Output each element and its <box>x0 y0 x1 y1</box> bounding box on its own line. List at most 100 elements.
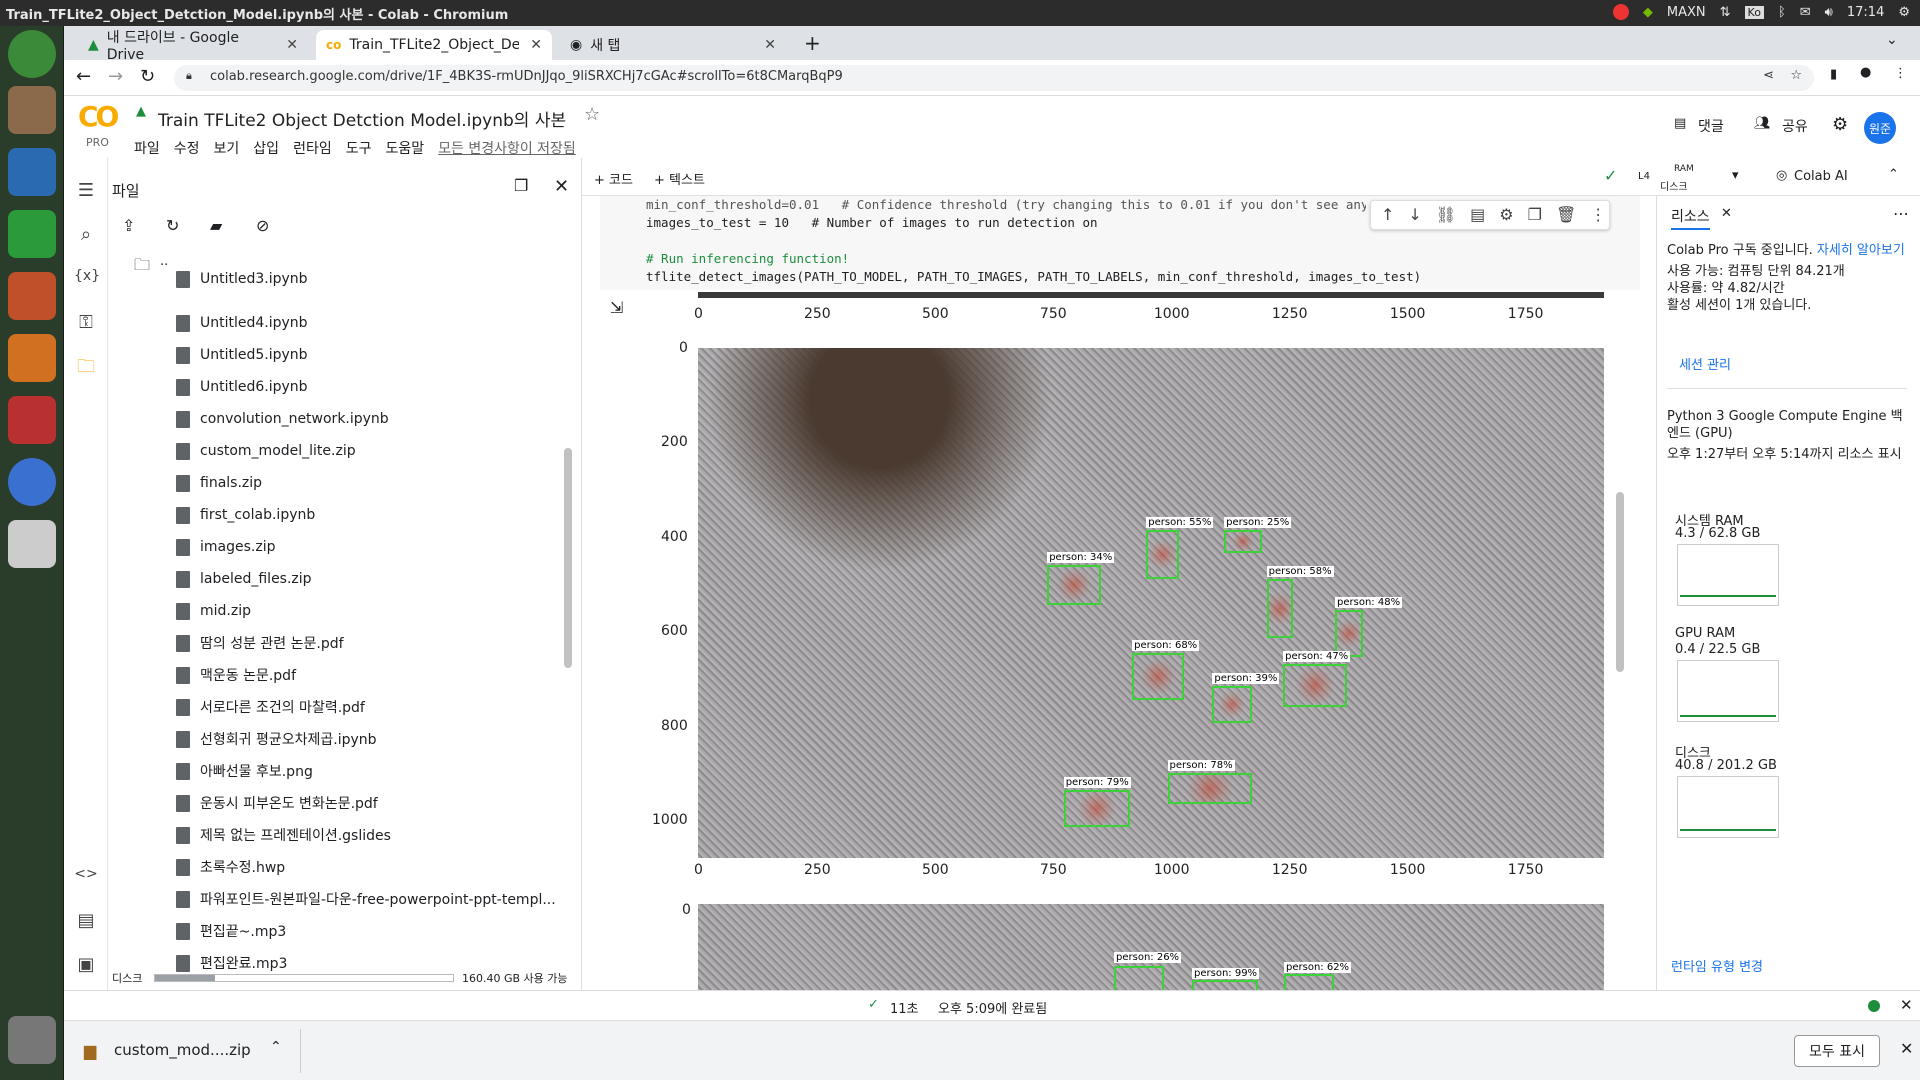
collapse-chevron-icon[interactable]: ⌃ <box>1888 167 1899 182</box>
share-icon[interactable]: ⋖ <box>1763 68 1774 83</box>
menu-runtime[interactable]: 런타임 <box>293 138 332 158</box>
close-icon[interactable]: ✕ <box>554 176 569 197</box>
software-store-icon[interactable] <box>8 334 56 382</box>
tab-search-chevron-icon[interactable]: ⌄ <box>1886 32 1898 48</box>
move-up-icon[interactable]: ↑ <box>1381 205 1394 225</box>
move-down-icon[interactable]: ↓ <box>1408 205 1421 225</box>
scanner-icon[interactable] <box>8 520 56 568</box>
forward-arrow-icon[interactable]: → <box>108 66 123 87</box>
table-of-contents-icon[interactable]: ☰ <box>74 180 98 204</box>
upload-icon[interactable]: ⇪ <box>122 216 135 235</box>
close-icon[interactable]: ✕ <box>286 37 298 53</box>
show-all-button[interactable]: 모두 표시 <box>1794 1035 1880 1067</box>
file-item[interactable]: Untitled6.ipynb <box>176 374 308 400</box>
close-icon[interactable]: ✕ <box>764 37 776 53</box>
system-settings-icon[interactable] <box>8 396 56 444</box>
file-item[interactable]: 제목 없는 프레젠테이션.gslides <box>176 822 391 848</box>
link-icon[interactable]: ⛓ <box>1436 205 1456 225</box>
refresh-icon[interactable]: ↻ <box>166 216 179 235</box>
trash-icon[interactable] <box>8 1016 56 1064</box>
file-item[interactable]: Untitled5.ipynb <box>176 342 308 368</box>
writer-app-icon[interactable] <box>8 148 56 196</box>
menu-file[interactable]: 파일 <box>134 138 160 158</box>
comment-icon[interactable]: ▤ <box>1470 205 1485 225</box>
files-app-icon[interactable] <box>8 86 56 134</box>
url-field[interactable]: 🔒︎ colab.research.google.com/drive/1F_4B… <box>174 65 1814 91</box>
manage-sessions-link[interactable]: 세션 관리 <box>1679 354 1731 373</box>
comments-button[interactable]: 댓글 <box>1698 116 1724 136</box>
side-panel-icon[interactable]: ▮ <box>1830 67 1837 82</box>
file-item[interactable]: images.zip <box>176 534 275 560</box>
ubuntu-launcher-icon[interactable] <box>8 30 56 78</box>
folder-icon[interactable]: 🗀︎ <box>74 354 98 378</box>
file-item[interactable]: 아빠선물 후보.png <box>176 758 313 784</box>
back-arrow-icon[interactable]: ← <box>76 66 91 87</box>
mirror-cell-icon[interactable]: ❐ <box>1528 205 1542 225</box>
tab-google-drive[interactable]: ▲ 내 드라이브 - Google Drive ✕ <box>78 30 308 63</box>
mail-icon[interactable]: ✉ <box>1800 5 1811 20</box>
saved-status[interactable]: 모든 변경사항이 저장됨 <box>438 138 576 158</box>
menu-tools[interactable]: 도구 <box>346 138 372 158</box>
more-icon[interactable]: ⋮ <box>1590 205 1606 225</box>
colab-logo[interactable]: CO <box>78 100 119 133</box>
settings-gear-icon[interactable]: ⚙ <box>1898 5 1910 20</box>
do-not-disturb-icon[interactable] <box>1612 4 1629 20</box>
terminal-icon[interactable]: ▣ <box>74 954 98 978</box>
file-item[interactable]: 맥운동 논문.pdf <box>176 662 296 688</box>
resource-dropdown-icon[interactable]: ▾ <box>1732 168 1739 183</box>
calc-app-icon[interactable] <box>8 210 56 258</box>
add-text-button[interactable]: + 텍스트 <box>654 169 705 188</box>
file-item[interactable]: first_colab.ipynb <box>176 502 315 528</box>
add-code-button[interactable]: + 코드 <box>594 169 633 188</box>
runtime-gpu-label[interactable]: L4 <box>1638 171 1650 182</box>
keyboard-layout[interactable]: Ko <box>1744 5 1764 19</box>
clock[interactable]: 17:14 <box>1847 5 1884 20</box>
colab-ai-button[interactable]: Colab AI <box>1794 169 1848 184</box>
delete-icon[interactable]: 🗑︎ <box>1556 205 1576 225</box>
close-icon[interactable]: ✕ <box>1900 996 1913 1014</box>
command-palette-icon[interactable]: ▤ <box>74 910 98 934</box>
file-item[interactable]: Untitled3.ipynb <box>176 270 308 288</box>
menu-insert[interactable]: 삽입 <box>253 138 279 158</box>
tab-resources[interactable]: 리소스 <box>1671 206 1710 230</box>
close-icon[interactable]: ✕ <box>1900 1039 1913 1058</box>
file-item[interactable]: Untitled4.ipynb <box>176 310 308 336</box>
nvidia-icon[interactable]: ◆ <box>1643 5 1653 20</box>
file-item[interactable]: labeled_files.zip <box>176 566 312 592</box>
power-mode-label[interactable]: MAXN <box>1667 5 1706 20</box>
key-icon[interactable]: ⚿ <box>74 312 98 336</box>
mount-drive-icon[interactable]: ▰ <box>210 216 222 235</box>
impress-app-icon[interactable] <box>8 272 56 320</box>
bluetooth-icon[interactable]: ᛒ <box>1778 5 1786 20</box>
variables-icon[interactable]: {x} <box>74 268 100 292</box>
parent-folder[interactable]: .. <box>160 254 168 269</box>
scrollbar[interactable] <box>564 448 572 668</box>
profile-icon[interactable]: ● <box>1860 65 1871 80</box>
bookmark-star-icon[interactable]: ☆ <box>1790 68 1802 83</box>
change-runtime-link[interactable]: 런타임 유형 변경 <box>1671 956 1763 975</box>
settings-gear-icon[interactable]: ⚙ <box>1499 205 1513 225</box>
file-item[interactable]: 땀의 성분 관련 논문.pdf <box>176 630 344 656</box>
output-scrollbar[interactable] <box>1616 492 1624 672</box>
file-item[interactable]: 초록수정.hwp <box>176 854 285 880</box>
file-item[interactable]: 선형회귀 평균오차제곱.ipynb <box>176 726 377 752</box>
menu-help[interactable]: 도움말 <box>385 138 424 158</box>
share-button[interactable]: 공유 <box>1782 116 1808 136</box>
new-tab-plus-icon[interactable]: + <box>804 31 821 55</box>
notebook-title[interactable]: Train TFLite2 Object Detction Model.ipyn… <box>158 106 566 131</box>
volume-icon[interactable]: 🔊︎ <box>1825 5 1833 20</box>
file-item[interactable]: 편집완료.mp3 <box>176 950 287 976</box>
tab-new-tab[interactable]: ◉ 새 탭 ✕ <box>560 30 786 60</box>
file-item[interactable]: finals.zip <box>176 470 262 496</box>
file-item[interactable]: mid.zip <box>176 598 251 624</box>
avatar[interactable]: 원준 <box>1864 112 1896 144</box>
menu-view[interactable]: 보기 <box>214 138 240 158</box>
hide-files-icon[interactable]: ⊘ <box>256 216 269 235</box>
comment-icon[interactable]: ▤ <box>1674 116 1686 131</box>
learn-more-link[interactable]: 자세히 알아보기 <box>1817 243 1905 258</box>
tab-colab-notebook[interactable]: co Train_TFLite2_Object_De ✕ <box>316 30 552 60</box>
output-menu-icon[interactable]: ⇲ <box>610 298 623 317</box>
reload-icon[interactable]: ↻ <box>140 66 155 87</box>
execution-duration[interactable]: 11초 <box>890 998 919 1017</box>
settings-gear-icon[interactable]: ⚙ <box>1832 114 1848 135</box>
